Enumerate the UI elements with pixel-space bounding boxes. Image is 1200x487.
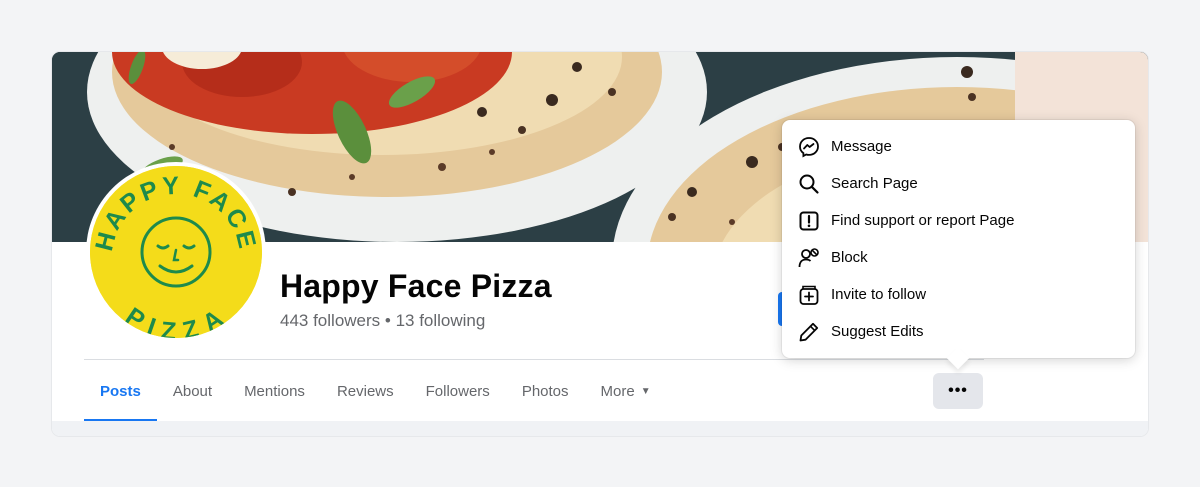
tab-mentions[interactable]: Mentions	[228, 360, 321, 422]
happy-face-logo: HAPPY FACE PIZZA	[90, 166, 262, 338]
report-icon	[796, 210, 822, 232]
tab-label: Followers	[425, 382, 490, 400]
invite-icon	[796, 284, 822, 306]
tab-label: Mentions	[244, 382, 305, 400]
more-options-button[interactable]: •••	[933, 373, 983, 409]
menu-item-suggest-edits[interactable]: Suggest Edits	[782, 313, 1135, 350]
pencil-icon	[796, 321, 822, 343]
tab-reviews[interactable]: Reviews	[321, 360, 410, 422]
tab-followers[interactable]: Followers	[410, 360, 506, 422]
tab-more[interactable]: More ▼	[585, 360, 667, 422]
page-follow-stats[interactable]: 443 followers • 13 following	[280, 311, 485, 331]
menu-item-label: Suggest Edits	[831, 323, 924, 340]
tab-label: About	[172, 382, 213, 400]
menu-item-invite[interactable]: Invite to follow	[782, 276, 1135, 313]
block-user-icon	[796, 247, 822, 269]
tab-label: More	[600, 382, 635, 400]
menu-item-search-page[interactable]: Search Page	[782, 165, 1135, 202]
tab-posts[interactable]: Posts	[84, 360, 157, 422]
search-icon	[796, 173, 822, 195]
menu-item-block[interactable]: Block	[782, 239, 1135, 276]
profile-picture[interactable]: HAPPY FACE PIZZA	[86, 162, 266, 342]
menu-item-label: Block	[831, 249, 868, 266]
more-options-menu: Message Search Page Find support or repo…	[782, 120, 1135, 358]
menu-item-label: Invite to follow	[831, 286, 927, 303]
menu-item-report[interactable]: Find support or report Page	[782, 202, 1135, 239]
tab-label: Photos	[521, 382, 569, 400]
tab-label: Posts	[100, 382, 141, 400]
menu-item-label: Search Page	[831, 175, 918, 192]
menu-item-label: Find support or report Page	[831, 212, 1015, 229]
menu-item-message[interactable]: Message	[782, 128, 1135, 165]
menu-item-label: Message	[831, 138, 892, 155]
card-footer	[52, 421, 1148, 436]
caret-down-icon: ▼	[640, 385, 651, 397]
tab-label: Reviews	[336, 382, 394, 400]
page-tabs: Posts About Mentions Reviews Followers P…	[84, 360, 667, 422]
page-title: Happy Face Pizza	[280, 268, 552, 304]
tab-photos[interactable]: Photos	[506, 360, 585, 422]
messenger-icon	[796, 136, 822, 158]
tab-about[interactable]: About	[157, 360, 228, 422]
